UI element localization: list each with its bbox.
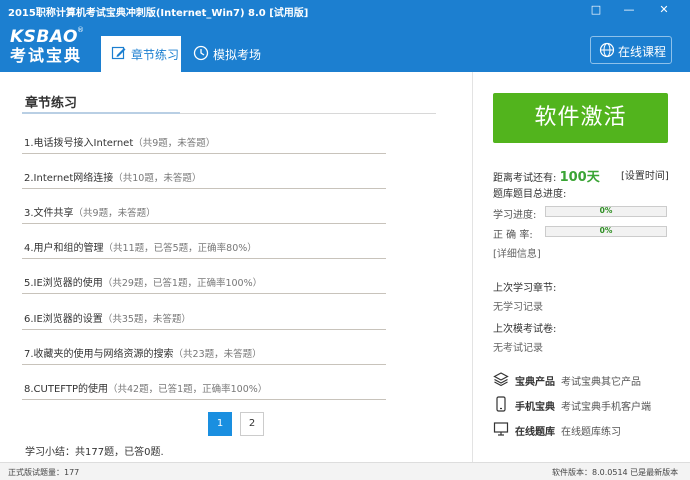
chapter-stat: （共11题，已答5题，正确率80%） bbox=[103, 243, 257, 254]
chapter-item[interactable]: 7.收藏夹的使用与网络资源的搜索（共23题，未答题） bbox=[22, 341, 386, 365]
edit-icon bbox=[111, 46, 126, 60]
chapter-name: 3.文件共享 bbox=[24, 208, 74, 219]
tab-label: 章节练习 bbox=[131, 48, 180, 62]
chapter-name: 2.Internet网络连接 bbox=[24, 173, 114, 184]
sidebar: 软件激活 距离考试还有: 100天 [设置时间] 题库题目总进度: 学习进度: … bbox=[473, 72, 690, 462]
accuracy-text: 0% bbox=[599, 226, 613, 235]
chapter-stat: （共35题，未答题） bbox=[102, 314, 191, 325]
details-link[interactable]: [详细信息] bbox=[493, 245, 541, 260]
study-progress-text: 0% bbox=[599, 206, 613, 215]
chapter-item[interactable]: 2.Internet网络连接（共10题，未答题） bbox=[22, 165, 386, 189]
close-button[interactable]: ✕ bbox=[655, 2, 673, 18]
chapter-stat: （共29题，已答1题，正确率100%） bbox=[102, 278, 263, 289]
chapter-item[interactable]: 1.电话拨号接入Internet（共9题，未答题） bbox=[22, 130, 386, 154]
chapter-item[interactable]: 6.IE浏览器的设置（共35题，未答题） bbox=[22, 306, 386, 330]
header: KSBAO 考试宝典 ® 章节练习 模拟考场 在线课程 bbox=[0, 22, 690, 72]
link-desc: 考试宝典手机客户端 bbox=[561, 402, 651, 413]
last-exam-value: 无考试记录 bbox=[493, 343, 543, 354]
chapter-name: 7.收藏夹的使用与网络资源的搜索 bbox=[24, 349, 174, 360]
chapter-practice-panel: 章节练习 1.电话拨号接入Internet（共9题，未答题） 2.Interne… bbox=[0, 72, 455, 462]
logo-cn: 考试宝典 bbox=[10, 46, 83, 65]
link-label: 在线题库 bbox=[515, 427, 555, 438]
link-online-bank[interactable]: 在线题库 在线题库练习 bbox=[493, 421, 683, 439]
clock-icon bbox=[193, 45, 209, 61]
title-divider bbox=[180, 113, 436, 114]
link-label: 宝典产品 bbox=[515, 377, 555, 388]
minimize-button[interactable]: — bbox=[620, 2, 638, 18]
tab-label: 模拟考场 bbox=[213, 48, 262, 62]
chapter-stat: （共42题，已答1题，正确率100%） bbox=[107, 384, 268, 395]
study-progress-bar: 0% bbox=[545, 206, 667, 217]
chapter-name: 1.电话拨号接入Internet bbox=[24, 138, 134, 149]
section-title: 章节练习 bbox=[25, 96, 78, 111]
last-exam-label: 上次模考试卷: bbox=[493, 324, 557, 335]
chapter-name: 8.CUTEFTP的使用 bbox=[24, 384, 108, 395]
page-button-1[interactable]: 1 bbox=[208, 412, 232, 436]
logo-en: KSBAO bbox=[10, 27, 78, 47]
chapter-stat: （共9题，未答题） bbox=[133, 138, 216, 149]
set-time-link[interactable]: [设置时间] bbox=[621, 167, 669, 182]
progress-heading: 题库题目总进度: bbox=[493, 189, 567, 200]
chapter-stat: （共9题，未答题） bbox=[73, 208, 156, 219]
tab-mock-exam[interactable]: 模拟考场 bbox=[183, 36, 263, 72]
logo-reg-mark: ® bbox=[77, 26, 84, 34]
monitor-icon bbox=[493, 422, 509, 436]
last-study-label: 上次学习章节: bbox=[493, 283, 557, 294]
online-course-button[interactable]: 在线课程 bbox=[590, 36, 672, 64]
globe-icon bbox=[599, 42, 615, 58]
chapter-name: 4.用户和组的管理 bbox=[24, 243, 104, 254]
accuracy-label: 正 确 率: bbox=[493, 230, 533, 241]
question-count: 正式版试题量：177 bbox=[8, 468, 80, 477]
phone-icon bbox=[496, 396, 506, 412]
chapter-name: 6.IE浏览器的设置 bbox=[24, 314, 103, 325]
link-desc: 考试宝典其它产品 bbox=[561, 377, 641, 388]
chapter-stat: （共23题，未答题） bbox=[173, 349, 262, 360]
chapter-item[interactable]: 5.IE浏览器的使用（共29题，已答1题，正确率100%） bbox=[22, 270, 386, 294]
study-summary: 学习小结：共177题，已答0题. bbox=[25, 447, 164, 458]
activate-button[interactable]: 软件激活 bbox=[493, 93, 668, 143]
page-button-2[interactable]: 2 bbox=[240, 412, 264, 436]
restore-button[interactable]: □ bbox=[587, 2, 605, 18]
chapter-name: 5.IE浏览器的使用 bbox=[24, 278, 103, 289]
title-underline bbox=[22, 112, 180, 114]
version-info: 软件版本：8.0.0514 已是最新版本 bbox=[552, 468, 679, 477]
online-course-label: 在线课程 bbox=[618, 45, 667, 59]
chapter-item[interactable]: 8.CUTEFTP的使用（共42题，已答1题，正确率100%） bbox=[22, 376, 386, 400]
link-desc: 在线题库练习 bbox=[561, 427, 621, 438]
countdown-label: 距离考试还有: bbox=[493, 173, 557, 184]
tab-chapter-practice[interactable]: 章节练习 bbox=[101, 36, 181, 72]
chapter-stat: （共10题，未答题） bbox=[113, 173, 202, 184]
accuracy-bar: 0% bbox=[545, 226, 667, 237]
countdown: 距离考试还有: 100天 bbox=[493, 166, 600, 185]
link-products[interactable]: 宝典产品 考试宝典其它产品 bbox=[493, 371, 683, 389]
chapter-item[interactable]: 3.文件共享（共9题，未答题） bbox=[22, 200, 386, 224]
countdown-days: 100天 bbox=[559, 170, 600, 185]
last-study-value: 无学习记录 bbox=[493, 302, 543, 313]
window-title: 2015职称计算机考试宝典冲刺版(Internet_Win7) 8.0 [试用版… bbox=[8, 8, 309, 19]
title-bar: 2015职称计算机考试宝典冲刺版(Internet_Win7) 8.0 [试用版… bbox=[0, 0, 690, 22]
status-bar: 正式版试题量：177 软件版本：8.0.0514 已是最新版本 bbox=[0, 462, 690, 480]
logo: KSBAO 考试宝典 ® bbox=[10, 26, 84, 66]
study-progress-label: 学习进度: bbox=[493, 210, 537, 221]
link-label: 手机宝典 bbox=[515, 402, 555, 413]
layers-icon bbox=[493, 372, 509, 387]
link-mobile[interactable]: 手机宝典 考试宝典手机客户端 bbox=[493, 396, 683, 414]
chapter-item[interactable]: 4.用户和组的管理（共11题，已答5题，正确率80%） bbox=[22, 235, 386, 259]
